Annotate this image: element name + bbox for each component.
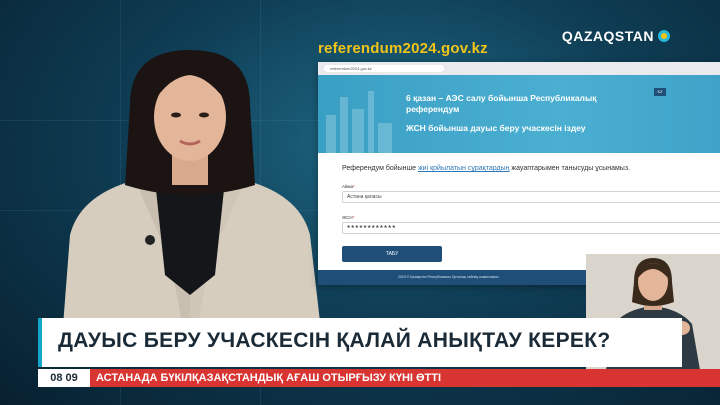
browser-address-bar[interactable]: referendum2024.gov.kz <box>324 65 444 72</box>
required-mark: * <box>353 184 355 189</box>
ticker-text: АСТАНАДА БҮКІЛҚАЗАҚСТАНДЫҚ АҒАШ ОТЫРҒЫЗУ… <box>90 369 720 387</box>
news-anchor-figure <box>60 50 325 365</box>
headline-text: ДАУЫС БЕРУ УЧАСКЕСІН ҚАЛАЙ АНЫҚТАУ КЕРЕК… <box>58 329 611 352</box>
city-field-label: Айма* <box>342 184 720 189</box>
intro-text-before: Референдум бойынше <box>342 165 418 172</box>
ticker-clock: 08 09 <box>38 369 90 387</box>
city-skyline-icon <box>322 91 402 153</box>
channel-logo-text: QAZAQSTAN <box>561 28 654 44</box>
headline-bar: ДАУЫС БЕРУ УЧАСКЕСІН ҚАЛАЙ АНЫҚТАУ КЕРЕК… <box>38 318 682 367</box>
site-header-subtitle: ЖСН бойынша дауыс беру учаскесін іздеу <box>406 123 586 133</box>
city-select[interactable]: Астана қаласы <box>342 191 720 203</box>
website-url-overlay: referendum2024.gov.kz <box>318 40 488 57</box>
site-body: Референдум бойынше жиі қойылатын сұрақта… <box>318 153 720 262</box>
city-label-text: Айма <box>342 184 354 189</box>
faq-link[interactable]: жиі қойылатын сұрақтардың <box>418 165 509 172</box>
browser-toolbar: referendum2024.gov.kz <box>318 62 720 75</box>
site-header: 6 қазан – АЭС салу бойынша Республикалық… <box>318 75 720 153</box>
language-button[interactable]: KZ <box>654 88 666 96</box>
headline-accent <box>38 318 42 367</box>
qazaqstan-logo-icon <box>658 30 670 42</box>
intro-text-after: жауаптарымен танысуды ұсынамыз. <box>509 165 630 172</box>
iin-label-text: ЖСН <box>342 215 353 220</box>
news-ticker: 08 09 АСТАНАДА БҮКІЛҚАЗАҚСТАНДЫҚ АҒАШ ОТ… <box>38 369 720 387</box>
browser-window: referendum2024.gov.kz 6 қазан – АЭС салу… <box>318 62 720 285</box>
iin-input[interactable]: ************ <box>342 222 720 234</box>
intro-text: Референдум бойынше жиі қойылатын сұрақта… <box>342 165 720 172</box>
required-mark: * <box>352 215 355 220</box>
channel-logo: QAZAQSTAN <box>562 28 670 44</box>
news-anchor <box>40 45 340 365</box>
iin-field-label: ЖСН* <box>342 215 720 220</box>
site-header-title: 6 қазан – АЭС салу бойынша Республикалық… <box>406 93 597 114</box>
search-button[interactable]: ТАБУ <box>342 246 442 262</box>
